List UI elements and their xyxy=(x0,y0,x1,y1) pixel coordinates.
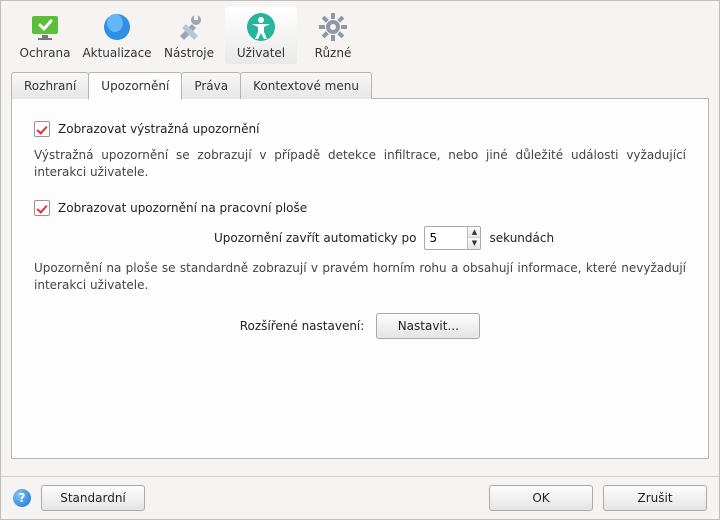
autoclose-prefix: Upozornění zavřít automaticky po xyxy=(214,231,416,245)
dialog-footer: ? Standardní OK Zrušit xyxy=(1,476,719,519)
settings-pane: Zobrazovat výstražná upozornění Výstražn… xyxy=(11,99,709,459)
spinner-up-icon[interactable]: ▲ xyxy=(468,227,480,239)
autoclose-input[interactable] xyxy=(425,227,467,249)
advanced-label: Rozšířené nastavení: xyxy=(240,319,365,333)
toolbar-label: Nástroje xyxy=(164,46,214,60)
alerts-description: Výstražná upozornění se zobrazují v příp… xyxy=(34,147,686,182)
spinner-arrows: ▲ ▼ xyxy=(467,227,480,249)
show-desktop-label: Zobrazovat upozornění na pracovní ploše xyxy=(58,201,307,215)
toolbar-item-ochrana[interactable]: Ochrana xyxy=(9,7,81,64)
ok-button[interactable]: OK xyxy=(489,485,593,511)
toolbar-label: Uživatel xyxy=(237,46,285,60)
show-desktop-checkbox-row[interactable]: Zobrazovat upozornění na pracovní ploše xyxy=(34,200,686,216)
user-accessibility-icon xyxy=(245,11,277,43)
globe-icon xyxy=(101,11,133,43)
checkbox-icon[interactable] xyxy=(34,121,50,137)
advanced-settings-button[interactable]: Nastavit... xyxy=(376,313,480,339)
advanced-row: Rozšířené nastavení: Nastavit... xyxy=(34,313,686,339)
show-alerts-label: Zobrazovat výstražná upozornění xyxy=(58,122,259,136)
main-toolbar: Ochrana Aktualizace Nástroje Uživatel Rů… xyxy=(1,1,719,66)
spinner-down-icon[interactable]: ▼ xyxy=(468,238,480,249)
tab-upozorneni[interactable]: Upozornění xyxy=(88,72,182,100)
toolbar-item-nastroje[interactable]: Nástroje xyxy=(153,7,225,64)
tab-prava[interactable]: Práva xyxy=(181,72,241,99)
toolbar-label: Různé xyxy=(315,46,352,60)
tab-bar: Rozhraní Upozornění Práva Kontextové men… xyxy=(1,72,719,99)
defaults-button[interactable]: Standardní xyxy=(41,485,145,511)
gear-icon xyxy=(317,11,349,43)
tab-kontextove-menu[interactable]: Kontextové menu xyxy=(240,72,372,99)
shield-check-icon xyxy=(29,11,61,43)
tools-icon xyxy=(173,11,205,43)
toolbar-item-ruzne[interactable]: Různé xyxy=(297,7,369,64)
toolbar-label: Ochrana xyxy=(20,46,71,60)
autoclose-row: Upozornění zavřít automaticky po ▲ ▼ sek… xyxy=(214,226,686,250)
tab-rozhrani[interactable]: Rozhraní xyxy=(11,72,89,99)
show-alerts-checkbox-row[interactable]: Zobrazovat výstražná upozornění xyxy=(34,121,686,137)
checkbox-icon[interactable] xyxy=(34,200,50,216)
cancel-button[interactable]: Zrušit xyxy=(603,485,707,511)
autoclose-spinner[interactable]: ▲ ▼ xyxy=(424,226,481,250)
help-icon[interactable]: ? xyxy=(13,489,31,507)
toolbar-label: Aktualizace xyxy=(82,46,151,60)
desktop-description: Upozornění na ploše se standardně zobraz… xyxy=(34,260,686,295)
autoclose-suffix: sekundách xyxy=(489,231,554,245)
toolbar-item-aktualizace[interactable]: Aktualizace xyxy=(81,7,153,64)
toolbar-item-uzivatel[interactable]: Uživatel xyxy=(225,7,297,64)
